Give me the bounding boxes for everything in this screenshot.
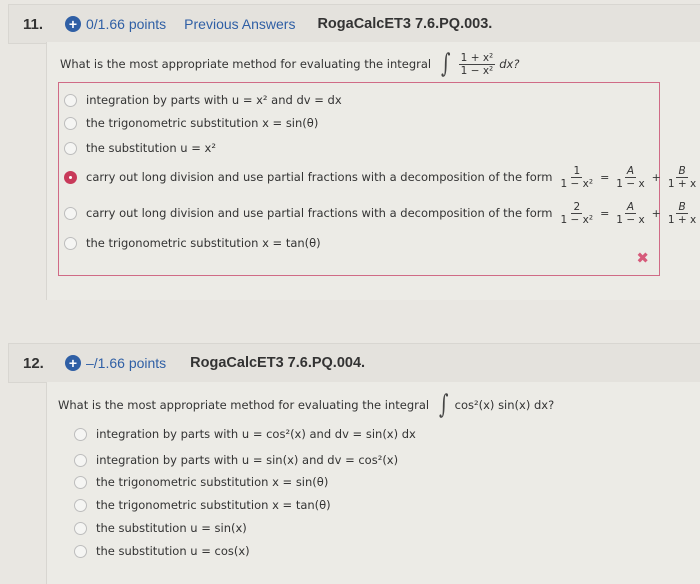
option-label: the substitution u = cos(x) (96, 544, 250, 558)
option-11-3[interactable]: the substitution u = x² (64, 141, 216, 155)
option-label: the substitution u = sin(x) (96, 521, 247, 535)
points-link[interactable]: 0/1.66 points (86, 16, 166, 32)
lhs-fraction: 1 1 − x² (559, 165, 596, 190)
radio-button[interactable] (74, 453, 87, 467)
b-numerator: B (676, 164, 688, 178)
radio-button[interactable] (74, 498, 87, 512)
points-link[interactable]: –/1.66 points (86, 355, 166, 371)
plus-icon[interactable]: + (65, 16, 81, 32)
b-numerator: B (676, 200, 688, 214)
radio-button[interactable] (64, 236, 77, 250)
question-11-prompt: What is the most appropriate method for … (60, 46, 519, 82)
equals-sign: = (600, 170, 610, 184)
option-12-1[interactable]: integration by parts with u = cos²(x) an… (74, 427, 416, 441)
option-12-2[interactable]: integration by parts with u = sin(x) and… (74, 453, 398, 467)
a-denominator: 1 − x (616, 213, 645, 226)
option-label: the trigonometric substitution x = tan(θ… (86, 236, 321, 250)
option-label: carry out long division and use partial … (86, 170, 553, 184)
integrand-denominator: 1 − x² (460, 64, 494, 77)
radio-button[interactable] (64, 116, 77, 130)
radio-button[interactable] (74, 544, 87, 558)
prompt-text: What is the most appropriate method for … (60, 57, 432, 71)
lhs-denominator: 1 − x² (560, 213, 594, 226)
question-number: 12. (23, 354, 44, 372)
option-label: integration by parts with u = x² and dv … (86, 93, 342, 107)
option-12-3[interactable]: the trigonometric substitution x = sin(θ… (74, 475, 328, 489)
integrand-numerator: 1 + x² (458, 51, 496, 65)
b-fraction: B 1 + x (666, 165, 698, 190)
b-denominator: 1 + x (667, 177, 697, 190)
option-11-1[interactable]: integration by parts with u = x² and dv … (64, 93, 342, 107)
plus-sign: + (651, 170, 661, 184)
option-11-5[interactable]: carry out long division and use partial … (64, 198, 700, 228)
a-fraction: A 1 − x (614, 201, 646, 226)
question-number: 11. (23, 15, 44, 33)
integral-icon: ∫ (441, 49, 451, 79)
incorrect-x-icon: ✖ (636, 249, 649, 267)
lhs-numerator: 1 (571, 164, 583, 178)
radio-button-selected[interactable] (64, 170, 77, 184)
question-code: RogaCalcET3 7.6.PQ.004. (190, 355, 366, 371)
option-12-5[interactable]: the substitution u = sin(x) (74, 521, 247, 535)
radio-button[interactable] (64, 141, 77, 155)
option-12-4[interactable]: the trigonometric substitution x = tan(θ… (74, 498, 331, 512)
a-denominator: 1 − x (616, 177, 645, 190)
a-numerator: A (624, 200, 637, 214)
lhs-fraction: 2 1 − x² (559, 201, 596, 226)
b-denominator: 1 + x (667, 213, 697, 226)
question-11-header: 11. + 0/1.66 points Previous Answers Rog… (8, 4, 700, 44)
integrand-fraction: 1 + x² 1 − x² (458, 51, 496, 77)
option-label: integration by parts with u = sin(x) and… (96, 453, 399, 467)
option-label: the trigonometric substitution x = sin(θ… (96, 475, 329, 489)
option-11-4[interactable]: carry out long division and use partial … (64, 162, 700, 192)
option-12-6[interactable]: the substitution u = cos(x) (74, 544, 250, 558)
option-label: the trigonometric substitution x = sin(θ… (86, 116, 319, 130)
integrand-text: cos²(x) sin(x) dx? (454, 398, 555, 412)
question-12-prompt: What is the most appropriate method for … (58, 388, 554, 422)
integral-icon: ∫ (439, 390, 449, 420)
radio-button[interactable] (64, 93, 77, 107)
a-numerator: A (624, 164, 637, 178)
lhs-numerator: 2 (571, 200, 583, 214)
question-12-header: 12. + –/1.66 points RogaCalcET3 7.6.PQ.0… (8, 343, 700, 383)
integrand-suffix: dx? (499, 57, 520, 71)
option-label: carry out long division and use partial … (86, 206, 553, 220)
radio-button[interactable] (74, 475, 87, 489)
previous-answers-link[interactable]: Previous Answers (184, 16, 295, 32)
equals-sign: = (600, 206, 610, 220)
prompt-text: What is the most appropriate method for … (58, 398, 430, 412)
radio-button[interactable] (74, 521, 87, 535)
radio-button[interactable] (74, 427, 87, 441)
b-fraction: B 1 + x (666, 201, 698, 226)
radio-button[interactable] (64, 206, 77, 220)
option-label: the trigonometric substitution x = tan(θ… (96, 498, 331, 512)
option-label: the substitution u = x² (86, 141, 216, 155)
option-11-2[interactable]: the trigonometric substitution x = sin(θ… (64, 116, 318, 130)
question-code: RogaCalcET3 7.6.PQ.003. (317, 16, 493, 32)
a-fraction: A 1 − x (614, 165, 646, 190)
plus-sign: + (651, 206, 661, 220)
option-11-6[interactable]: the trigonometric substitution x = tan(θ… (64, 236, 321, 250)
option-label: integration by parts with u = cos²(x) an… (96, 427, 416, 441)
lhs-denominator: 1 − x² (560, 177, 594, 190)
plus-icon[interactable]: + (65, 355, 81, 371)
